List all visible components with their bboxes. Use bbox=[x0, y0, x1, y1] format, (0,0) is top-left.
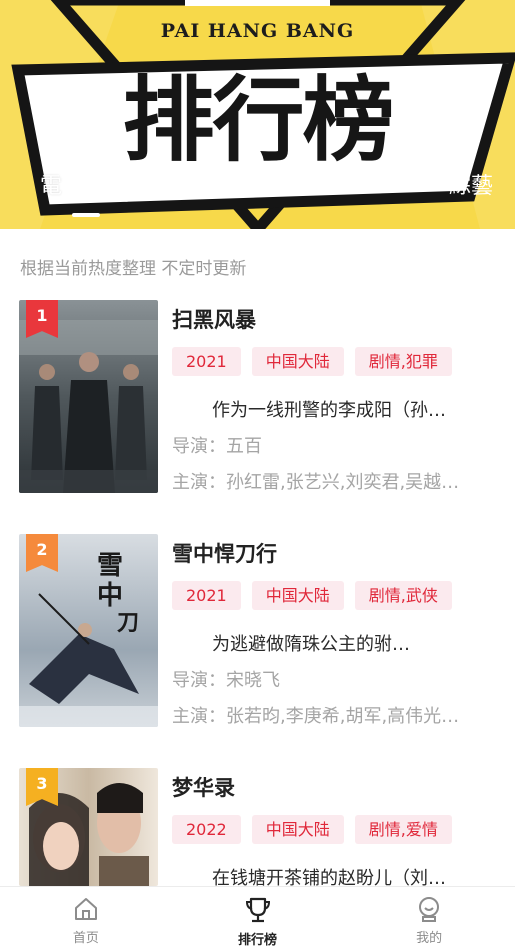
nav-ranking[interactable]: 排行榜 bbox=[172, 887, 344, 950]
cast-label: 主演： bbox=[172, 706, 226, 727]
ranking-item[interactable]: 1 扫黑风暴 2021 中国大陆 剧情,犯罪 作为一线刑警的李成阳（孙… 导演：… bbox=[0, 300, 515, 500]
cast-value: 张若昀,李庚希,胡军,高伟光… bbox=[226, 706, 460, 727]
bottom-navigation: 首页 排行榜 我的 bbox=[0, 886, 515, 950]
update-note: 根据当前热度整理 不定时更新 bbox=[20, 259, 247, 279]
ranking-banner: PAI HANG BANG 排行榜 電 綜藝 bbox=[0, 0, 515, 229]
director-value: 宋晓飞 bbox=[226, 670, 280, 691]
director-label: 导演： bbox=[172, 436, 226, 457]
tag-genre: 剧情,犯罪 bbox=[354, 347, 452, 376]
cast-value: 孙红雷,张艺兴,刘奕君,吴越… bbox=[226, 472, 460, 493]
tag-year: 2021 bbox=[172, 347, 241, 376]
tag-genre: 剧情,武侠 bbox=[354, 581, 452, 610]
director-value: 五百 bbox=[226, 436, 262, 457]
item-title[interactable]: 扫黑风暴 bbox=[172, 304, 256, 334]
cast-line: 主演：张若昀,李庚希,胡军,高伟光… bbox=[172, 702, 477, 728]
tag-genre: 剧情,爱情 bbox=[354, 815, 452, 844]
banner-title: 排行榜 bbox=[122, 67, 394, 174]
nav-home[interactable]: 首页 bbox=[0, 887, 172, 950]
tab-variety[interactable]: 綜藝 bbox=[449, 168, 493, 200]
tag-year: 2022 bbox=[172, 815, 241, 844]
director-line: 导演：宋晓飞 bbox=[172, 666, 477, 692]
item-description: 为逃避做隋珠公主的驸… bbox=[212, 634, 410, 655]
trophy-icon bbox=[245, 897, 270, 923]
nav-home-label: 首页 bbox=[72, 931, 99, 946]
director-label: 导演： bbox=[172, 670, 226, 691]
tag-list: 2022 中国大陆 剧情,爱情 bbox=[172, 815, 452, 844]
tag-region: 中国大陆 bbox=[251, 815, 344, 844]
ranking-item[interactable]: 雪 中 刀 2 雪中悍刀行 2021 中国大陆 剧情,武侠 为逃避做隋珠公主的驸… bbox=[0, 534, 515, 734]
nav-profile-label: 我的 bbox=[416, 931, 443, 946]
nav-ranking-label: 排行榜 bbox=[238, 933, 278, 948]
item-description: 作为一线刑警的李成阳（孙… bbox=[212, 400, 446, 421]
cast-line: 主演：孙红雷,张艺兴,刘奕君,吴越… bbox=[172, 468, 477, 494]
nav-profile[interactable]: 我的 bbox=[343, 887, 515, 950]
cast-label: 主演： bbox=[172, 472, 226, 493]
banner-subtitle: PAI HANG BANG bbox=[160, 20, 355, 42]
poster-image[interactable]: 1 bbox=[19, 300, 158, 493]
tag-list: 2021 中国大陆 剧情,武侠 bbox=[172, 581, 452, 610]
profile-icon bbox=[419, 897, 440, 922]
svg-text:雪: 雪 bbox=[97, 551, 123, 581]
tag-region: 中国大陆 bbox=[251, 581, 344, 610]
director-line: 导演：五百 bbox=[172, 432, 477, 458]
tag-region: 中国大陆 bbox=[251, 347, 344, 376]
poster-image[interactable]: 雪 中 刀 2 bbox=[19, 534, 158, 727]
tab-tv[interactable]: 電 bbox=[40, 168, 62, 200]
svg-text:刀: 刀 bbox=[117, 610, 139, 636]
item-title[interactable]: 梦华录 bbox=[172, 772, 235, 802]
tag-year: 2021 bbox=[172, 581, 241, 610]
svg-text:中: 中 bbox=[97, 581, 123, 611]
poster-image[interactable]: 3 bbox=[19, 768, 158, 886]
item-title[interactable]: 雪中悍刀行 bbox=[172, 538, 277, 568]
home-icon bbox=[74, 898, 97, 920]
tab-active-indicator bbox=[72, 213, 100, 217]
tag-list: 2021 中国大陆 剧情,犯罪 bbox=[172, 347, 452, 376]
